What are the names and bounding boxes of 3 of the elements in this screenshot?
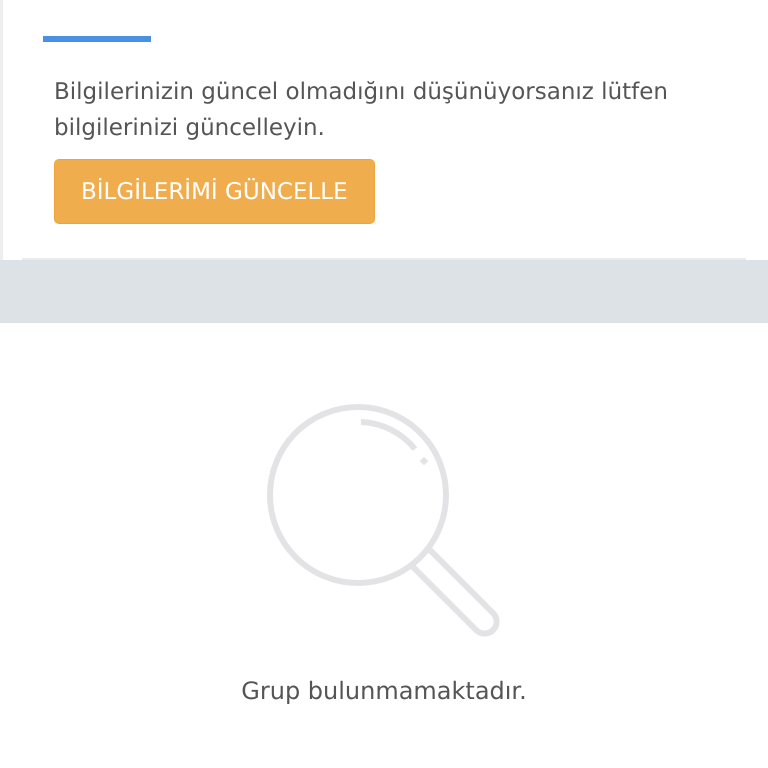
- empty-state-text: Grup bulunmamaktadır.: [241, 676, 527, 707]
- notice-text: Bilgilerinizin güncel olmadığını düşünüyorsanız lütfen bilgilerinizi güncelleyin.: [54, 78, 669, 143]
- update-info-button[interactable]: BİLGİLERİMİ GÜNCELLE: [54, 159, 375, 224]
